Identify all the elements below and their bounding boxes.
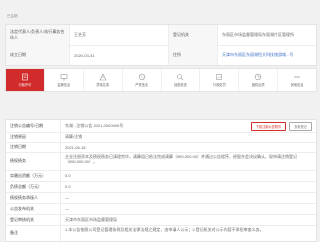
date-label: 注销日期 bbox=[6, 142, 61, 152]
legal-rep-value: 王艺芳 bbox=[70, 25, 169, 45]
status-tag: 已注销 bbox=[7, 14, 18, 18]
license-icon bbox=[21, 73, 29, 81]
reg-authority-label: 登记机关 bbox=[169, 25, 218, 45]
legal-rep-label: 法定代表人/负责人/执行事务合伙人 bbox=[6, 25, 70, 45]
liability-label: 负债总额（万元） bbox=[6, 181, 61, 192]
tab-monitor[interactable]: 监管信息 bbox=[45, 69, 84, 91]
page: 已注销 法定代表人/负责人/执行事务合伙人 王艺芳 登记机关 东丽区市场监督管理… bbox=[0, 0, 320, 242]
reason-value: 清算/注销 bbox=[65, 134, 83, 139]
tab-equity[interactable]: 股权出质 bbox=[239, 69, 279, 91]
other-icon bbox=[293, 73, 301, 81]
tab-label: 抽查检查 bbox=[174, 83, 187, 87]
tab-label: 严重违法 bbox=[135, 83, 148, 87]
publisher-value: — bbox=[65, 206, 69, 211]
tab-inspection[interactable]: 抽查检查 bbox=[162, 69, 201, 91]
receiver-label: 债权债务承接人 bbox=[6, 192, 61, 203]
info-row-2: 成立日期 2020-03-31 住所 天津市东丽区东丽湖恒大科技旅游城...号 bbox=[6, 45, 316, 65]
note-row: 备注 1.本公告依照公司登记管理条例及相关法律法规之规定，由申请人公示；2.登记… bbox=[6, 225, 316, 241]
tab-label: 异常名录 bbox=[96, 83, 110, 87]
tab-other[interactable]: 其他信息 bbox=[278, 69, 316, 91]
info-row-1: 法定代表人/负责人/执行事务合伙人 王艺芳 登记机关 东丽区市场监督管理局东丽湖… bbox=[6, 25, 316, 46]
debt-label: 债权债务 bbox=[6, 152, 61, 170]
notice-actions: 下载注销公告附件 查看登记 bbox=[250, 121, 312, 131]
abnormal-icon bbox=[99, 73, 107, 81]
download-notice-button[interactable]: 下载注销公告附件 bbox=[250, 121, 287, 131]
notice-no-value: 东湖...注销公告 2021-0000000号 bbox=[65, 123, 124, 128]
cancellation-detail-card: 注销公告编号/日期 东湖...注销公告 2021-0000000号 下载注销公告… bbox=[5, 119, 317, 242]
address-value[interactable]: 天津市东丽区东丽湖恒大科技旅游城...号 bbox=[218, 45, 316, 65]
founded-date-value: 2020-03-31 bbox=[70, 45, 169, 65]
address-label: 住所 bbox=[169, 45, 218, 65]
monitor-icon bbox=[60, 73, 68, 81]
company-info-card: 法定代表人/负责人/执行事务合伙人 王艺芳 登记机关 东丽区市场监督管理局东丽湖… bbox=[5, 24, 317, 66]
tab-license[interactable]: 行政许可 bbox=[6, 69, 45, 91]
agency-value: 天津市东丽区市场监督管理局 bbox=[65, 216, 117, 222]
liability-value: 0.0 bbox=[65, 184, 71, 189]
notice-no-cell: 东湖...注销公告 2021-0000000号 下载注销公告附件 查看登记 bbox=[61, 120, 316, 132]
reason-label: 注销原因 bbox=[6, 132, 61, 142]
info-tabs: 行政许可 监管信息 异常名录 严重违法 抽查检查 行政处罚 股权出质 其他信息 bbox=[5, 68, 317, 92]
debt-row: 债权债务 企业注册资本及债权债务已清理完毕，清算组已依法完成清算（¥50,000… bbox=[6, 152, 316, 171]
tab-penalty[interactable]: 行政处罚 bbox=[200, 69, 240, 91]
tab-label: 其他信息 bbox=[290, 83, 304, 87]
penalty-icon bbox=[215, 73, 223, 81]
reg-authority-value: 东丽区市场监督管理局东丽湖片区管理所 bbox=[222, 32, 294, 37]
tab-label: 监管信息 bbox=[57, 83, 71, 87]
tab-abnormal[interactable]: 异常名录 bbox=[84, 69, 123, 91]
tab-label: 行政处罚 bbox=[212, 83, 226, 87]
serious-violation-icon bbox=[138, 73, 146, 81]
founded-date-label: 成立日期 bbox=[6, 45, 70, 65]
tab-label: 股权出质 bbox=[251, 83, 265, 87]
assets-value: 5.0 bbox=[65, 173, 71, 178]
date-value: 2021-06-18 bbox=[65, 144, 86, 150]
notice-no-label: 注销公告编号/日期 bbox=[6, 120, 61, 132]
inspection-icon bbox=[176, 73, 184, 81]
publisher-label: 公告发布机关 bbox=[6, 203, 61, 214]
assets-label: 实缴出资额（万元） bbox=[6, 170, 61, 181]
tab-label: 行政许可 bbox=[18, 83, 32, 87]
note-label: 备注 bbox=[6, 225, 61, 241]
agency-label: 登记审核机关 bbox=[6, 214, 61, 225]
view-registration-button[interactable]: 查看登记 bbox=[289, 121, 312, 131]
debt-value: 企业注册资本及债权债务已清理完毕，清算组已依法完成清算（¥50,000.00）并… bbox=[65, 154, 298, 164]
note-value: 1.本公告依照公司登记管理条例及相关法律法规之规定，由申请人公示；2.登记机关对… bbox=[65, 227, 264, 232]
tab-serious-violation[interactable]: 严重违法 bbox=[123, 69, 162, 91]
equity-icon bbox=[254, 73, 262, 81]
receiver-value: — bbox=[65, 195, 69, 200]
